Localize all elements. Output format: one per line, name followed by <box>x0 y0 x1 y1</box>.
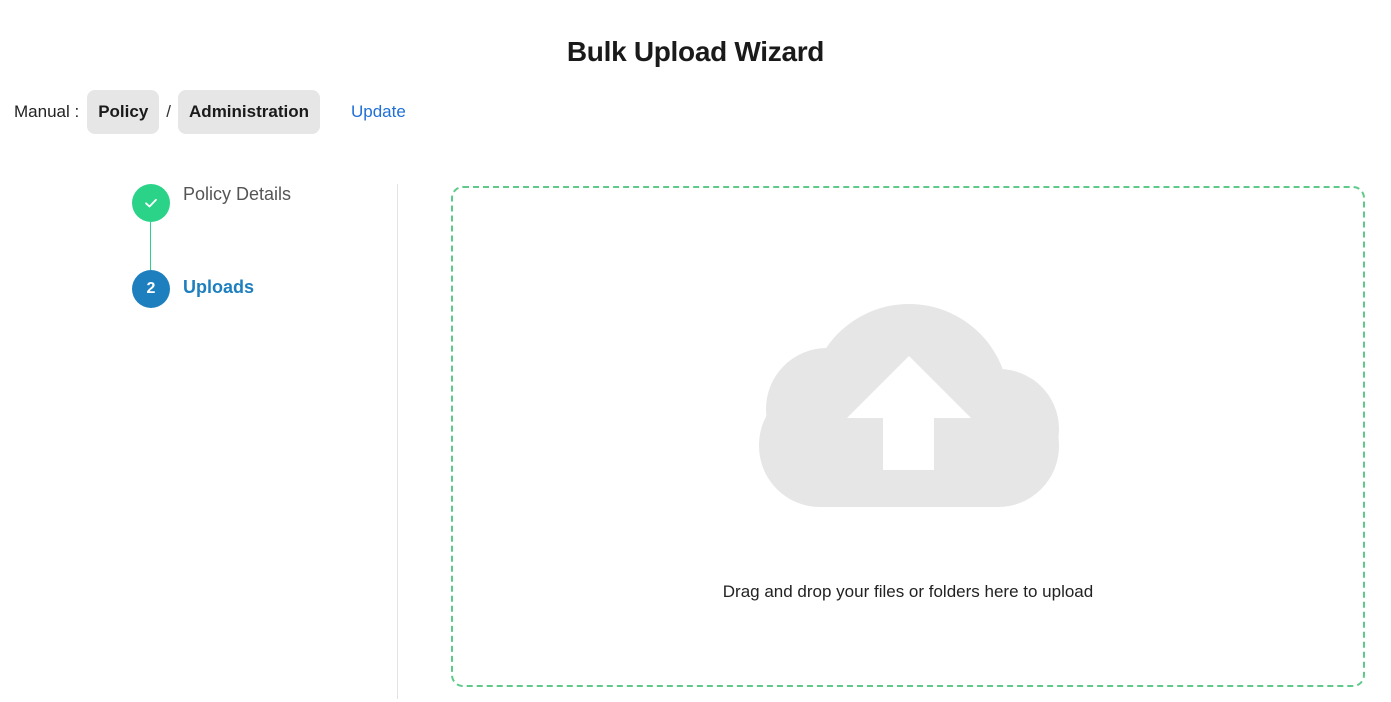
bulk-upload-page: Bulk Upload Wizard Manual : Policy / Adm… <box>0 0 1391 702</box>
wizard-stepper: Policy Details 2 Uploads <box>132 184 382 324</box>
check-icon <box>132 184 170 222</box>
vertical-divider <box>397 184 398 699</box>
cloud-upload-icon <box>759 304 1059 509</box>
manual-label: Manual : <box>14 102 80 121</box>
breadcrumb-chip-policy[interactable]: Policy <box>87 90 160 134</box>
breadcrumb-chip-administration[interactable]: Administration <box>178 90 320 134</box>
step-policy-details[interactable]: Policy Details <box>132 184 291 222</box>
dropzone-instructions: Drag and drop your files or folders here… <box>722 582 1094 601</box>
page-title: Bulk Upload Wizard <box>566 36 825 67</box>
file-dropzone[interactable]: Drag and drop your files or folders here… <box>451 186 1365 687</box>
step-number-badge: 2 <box>132 270 170 308</box>
manual-breadcrumb-row: Manual : Policy / Administration Update <box>14 90 406 134</box>
breadcrumb-separator: / <box>166 102 172 121</box>
step-connector <box>150 222 151 270</box>
step-label-uploads: Uploads <box>183 276 255 297</box>
step-label-policy-details: Policy Details <box>183 184 292 204</box>
update-link[interactable]: Update <box>351 102 406 122</box>
step-uploads[interactable]: 2 Uploads <box>132 270 254 308</box>
